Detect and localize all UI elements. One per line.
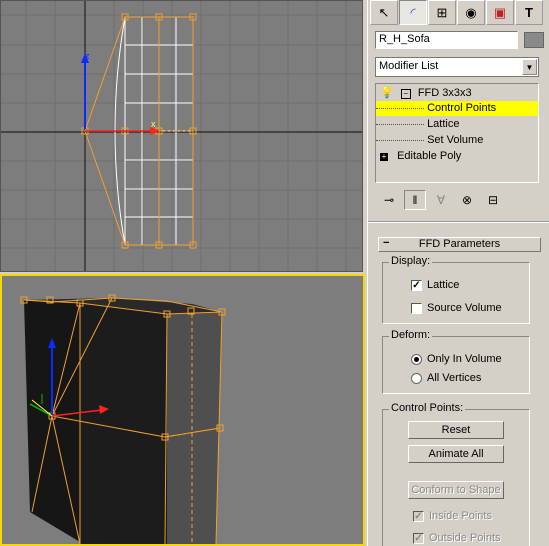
stack-item-set-volume[interactable]: Set Volume [376, 133, 483, 148]
chevron-down-icon[interactable]: ▼ [522, 59, 537, 75]
x-axis-label: x [151, 119, 156, 129]
display-icon: ▣ [493, 4, 507, 20]
pin-stack-icon[interactable]: ⊸ [378, 190, 400, 210]
tree-connector [376, 123, 424, 125]
ffd-parameters-title: FFD Parameters [418, 238, 501, 250]
lattice-checkbox-label: Lattice [427, 279, 460, 291]
utilities-tab[interactable]: T [515, 0, 543, 25]
expand-icon[interactable]: + [380, 153, 388, 161]
checkmark-icon: ✓ [413, 510, 424, 522]
checkmark-icon: ✓ [411, 279, 422, 291]
stack-item-ffd-label: FFD 3x3x3 [417, 87, 472, 99]
inside-points-label: Inside Points [429, 510, 492, 522]
source-volume-checkbox[interactable]: Source Volume [411, 302, 502, 314]
lightbulb-icon[interactable]: 💡 [380, 87, 394, 99]
all-vertices-radio[interactable]: All Vertices [411, 372, 481, 384]
stack-item-set-volume-label: Set Volume [427, 134, 484, 146]
show-end-result-icon[interactable]: ‖ [404, 190, 426, 210]
utilities-icon: T [525, 5, 533, 20]
motion-tab[interactable]: ◉ [457, 0, 485, 25]
conform-to-shape-button[interactable]: Conform to Shape [408, 481, 504, 499]
stack-item-editable-poly[interactable]: + Editable Poly [380, 149, 461, 164]
object-color-swatch[interactable] [524, 32, 544, 48]
checkmark-icon: ✓ [413, 532, 424, 544]
stack-item-lattice-label: Lattice [427, 118, 460, 130]
tree-connector [376, 139, 424, 141]
deform-group-label: Deform: [389, 329, 433, 341]
modifier-list-dropdown[interactable]: Modifier List ▼ [375, 57, 539, 77]
create-icon: ↖ [378, 4, 390, 20]
create-tab[interactable]: ↖ [370, 0, 398, 25]
stack-item-editable-poly-label: Editable Poly [397, 150, 462, 162]
remove-modifier-icon[interactable]: ⊗ [456, 190, 478, 210]
modify-tab[interactable]: ◜ [399, 0, 427, 25]
tree-connector [376, 107, 424, 109]
control-points-group-label: Control Points: [389, 402, 466, 414]
hierarchy-icon: ⊞ [436, 4, 448, 20]
command-panel-tabs: ↖ ◜ ⊞ ◉ ▣ T [370, 0, 548, 26]
object-name-row: R_H_Sofa [375, 31, 545, 49]
display-group: Display: ✓ Lattice Source Volume [382, 255, 530, 324]
hierarchy-tab[interactable]: ⊞ [428, 0, 456, 25]
minus-icon: − [383, 237, 390, 249]
command-panel: ↖ ◜ ⊞ ◉ ▣ T R_H_Sofa Modifier List ▼ 💡 −… [367, 0, 549, 546]
modify-icon: ◜ [410, 4, 416, 20]
object-name-field[interactable]: R_H_Sofa [375, 31, 518, 49]
display-tab[interactable]: ▣ [486, 0, 514, 25]
reset-button[interactable]: Reset [408, 421, 504, 439]
only-in-volume-radio[interactable]: Only In Volume [411, 353, 502, 365]
empty-checkbox-icon [411, 302, 422, 314]
front-viewport-canvas: z x [1, 1, 362, 271]
divider [368, 221, 549, 223]
display-group-label: Display: [389, 255, 433, 267]
radio-selected-icon [411, 353, 422, 365]
stack-item-control-points-label: Control Points [427, 102, 497, 114]
stack-toolbar: ⊸ ‖ ∀ ⊗ ⊟ [378, 190, 540, 210]
outside-points-label: Outside Points [429, 532, 501, 544]
stack-item-ffd[interactable]: 💡 − FFD 3x3x3 [380, 86, 472, 101]
perspective-viewport-canvas [20, 294, 226, 544]
source-volume-checkbox-label: Source Volume [427, 302, 502, 314]
stack-item-control-points[interactable]: Control Points [376, 101, 538, 116]
motion-icon: ◉ [465, 4, 477, 20]
control-points-group: Control Points: Reset Animate All Confor… [382, 402, 530, 546]
all-vertices-label: All Vertices [427, 372, 482, 384]
lattice-checkbox[interactable]: ✓ Lattice [411, 279, 459, 291]
front-viewport[interactable]: z x [0, 0, 363, 272]
outside-points-checkbox[interactable]: ✓ Outside Points [413, 532, 501, 544]
inside-points-checkbox[interactable]: ✓ Inside Points [413, 510, 492, 522]
deform-group: Deform: Only In Volume All Vertices [382, 329, 530, 394]
perspective-viewport[interactable] [0, 274, 365, 546]
stack-item-lattice[interactable]: Lattice [376, 117, 459, 132]
modifier-list-label: Modifier List [379, 60, 439, 72]
only-in-volume-label: Only In Volume [427, 353, 502, 365]
z-axis-label: z [85, 51, 90, 61]
modifier-stack: 💡 − FFD 3x3x3 Control Points Lattice Set… [375, 83, 539, 183]
ffd-parameters-rollout[interactable]: − FFD Parameters [378, 237, 541, 252]
animate-all-button[interactable]: Animate All [408, 445, 504, 463]
configure-modifier-sets-icon[interactable]: ⊟ [482, 190, 504, 210]
radio-unselected-icon [411, 372, 422, 384]
collapse-icon[interactable]: − [400, 89, 411, 99]
make-unique-icon[interactable]: ∀ [430, 190, 452, 210]
